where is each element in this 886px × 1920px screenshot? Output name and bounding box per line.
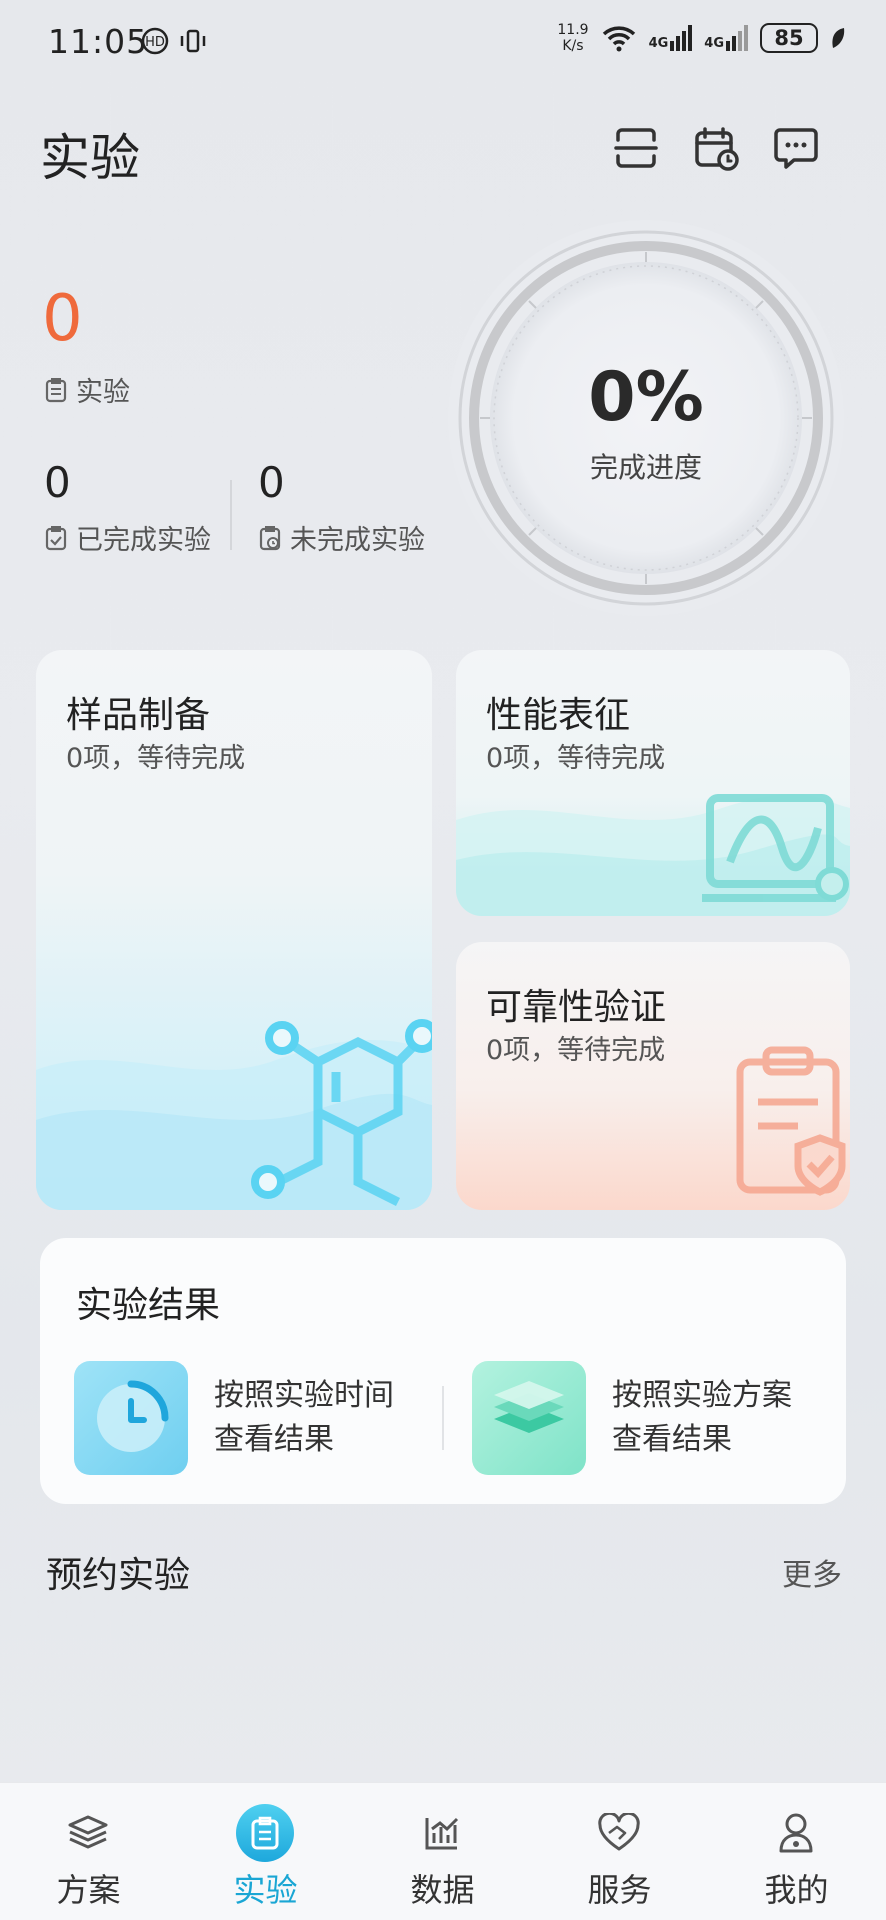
- reliability-verification-card[interactable]: 可靠性验证 0项，等待完成: [456, 942, 850, 1210]
- uncompleted-label: 未完成实验: [258, 518, 425, 557]
- clock-icon: [97, 1380, 169, 1452]
- progress-value: 0%: [588, 358, 704, 437]
- clipboard-check-icon: [45, 525, 67, 550]
- status-time: 11:05: [48, 22, 149, 61]
- booking-more-link[interactable]: 更多: [782, 1550, 842, 1594]
- leaf-icon: [832, 28, 845, 48]
- nav-tab-service-label: 服务: [587, 1871, 652, 1909]
- cell-signal-2: 4G: [704, 25, 748, 51]
- total-experiments-count: 0: [42, 282, 83, 356]
- page-title: 实验: [40, 129, 140, 187]
- performance-card-subtitle: 0项，等待完成: [486, 743, 666, 774]
- svg-text:HD: HD: [145, 35, 165, 50]
- speed-unit: K/s: [562, 38, 584, 54]
- clipboard-icon: [235, 1803, 295, 1863]
- total-experiments-label: 实验: [44, 370, 130, 409]
- vibrate-icon: [180, 29, 206, 53]
- status-bar: 11:05 HD 11.9 K/s 4G 4G 85: [0, 0, 886, 90]
- bottom-navigation: 方案 实验 数据 服务 我的: [0, 1782, 886, 1920]
- sample-preparation-card[interactable]: 样品制备 0项，等待完成: [36, 650, 432, 1210]
- stats-divider: [230, 480, 232, 550]
- handshake-heart-icon: [589, 1803, 649, 1863]
- signal-1-label: 4G: [648, 36, 669, 51]
- scan-icon[interactable]: [612, 124, 660, 172]
- reliability-card-title: 可靠性验证: [486, 987, 667, 1028]
- uncompleted-label-text: 未完成实验: [290, 525, 425, 556]
- completion-progress-ring: 0% 完成进度: [446, 218, 846, 618]
- results-by-time-line1: 按照实验时间: [214, 1378, 394, 1413]
- message-icon[interactable]: [772, 124, 820, 172]
- monitor-chart-icon: [702, 794, 849, 902]
- layers-icon: [58, 1803, 118, 1863]
- nav-tab-profile-label: 我的: [764, 1871, 829, 1909]
- experiment-results-panel: 实验结果 按照实验时间 查看结果 按照实验方案 查看结果: [40, 1238, 846, 1504]
- clipboard-clock-icon: [259, 525, 281, 550]
- molecule-icon: [251, 1019, 432, 1207]
- chart-icon: [412, 1803, 472, 1863]
- total-label-text: 实验: [76, 377, 130, 408]
- results-by-time-label: 按照实验时间 查看结果: [214, 1374, 394, 1462]
- nav-tab-experiment[interactable]: 实验: [177, 1783, 354, 1920]
- results-divider: [442, 1386, 444, 1450]
- results-by-plan-button[interactable]: 按照实验方案 查看结果: [472, 1360, 792, 1476]
- results-by-plan-line2: 查看结果: [612, 1422, 732, 1457]
- status-left-icons: HD: [140, 26, 208, 56]
- signal-bars-icon: [670, 25, 693, 51]
- nav-tab-profile[interactable]: 我的: [708, 1783, 885, 1920]
- layers-icon: [494, 1381, 564, 1433]
- nav-tab-data-label: 数据: [410, 1871, 475, 1909]
- nav-tab-plan[interactable]: 方案: [0, 1783, 177, 1920]
- sample-card-title: 样品制备: [66, 695, 211, 736]
- clipboard-icon: [45, 377, 67, 402]
- completed-label: 已完成实验: [44, 518, 211, 557]
- hd-call-icon: HD: [141, 27, 169, 55]
- uncompleted-count: 0: [258, 458, 285, 507]
- battery-indicator: 85: [760, 23, 818, 53]
- results-by-time-button[interactable]: 按照实验时间 查看结果: [74, 1360, 394, 1476]
- layers-thumb: [472, 1361, 586, 1475]
- performance-characterization-card[interactable]: 性能表征 0项，等待完成: [456, 650, 850, 916]
- nav-tab-plan-label: 方案: [56, 1871, 121, 1909]
- nav-tab-data[interactable]: 数据: [354, 1783, 531, 1920]
- clock-thumb: [74, 1361, 188, 1475]
- results-by-plan-line1: 按照实验方案: [612, 1378, 792, 1413]
- completed-count: 0: [44, 458, 71, 507]
- reliability-card-subtitle: 0项，等待完成: [486, 1035, 666, 1066]
- sample-card-subtitle: 0项，等待完成: [66, 743, 246, 774]
- speed-value: 11.9: [557, 22, 589, 38]
- status-right-icons: 11.9 K/s 4G 4G 85: [557, 22, 846, 54]
- nav-tab-experiment-label: 实验: [233, 1871, 298, 1909]
- signal-bars-icon: [726, 25, 748, 51]
- network-speed: 11.9 K/s: [557, 22, 588, 54]
- cell-signal-1: 4G: [649, 25, 693, 51]
- booking-section-title: 预约实验: [46, 1555, 191, 1596]
- calendar-clock-icon[interactable]: [692, 124, 740, 172]
- completed-label-text: 已完成实验: [76, 525, 211, 556]
- clipboard-shield-icon: [736, 1046, 846, 1196]
- results-title: 实验结果: [76, 1285, 221, 1326]
- progress-label: 完成进度: [589, 451, 702, 484]
- wifi-icon: [602, 26, 635, 52]
- person-icon: [766, 1803, 826, 1863]
- nav-tab-service[interactable]: 服务: [531, 1783, 708, 1920]
- performance-card-title: 性能表征: [486, 695, 631, 736]
- results-by-plan-label: 按照实验方案 查看结果: [612, 1374, 792, 1462]
- results-by-time-line2: 查看结果: [214, 1422, 334, 1457]
- signal-2-label: 4G: [704, 36, 724, 51]
